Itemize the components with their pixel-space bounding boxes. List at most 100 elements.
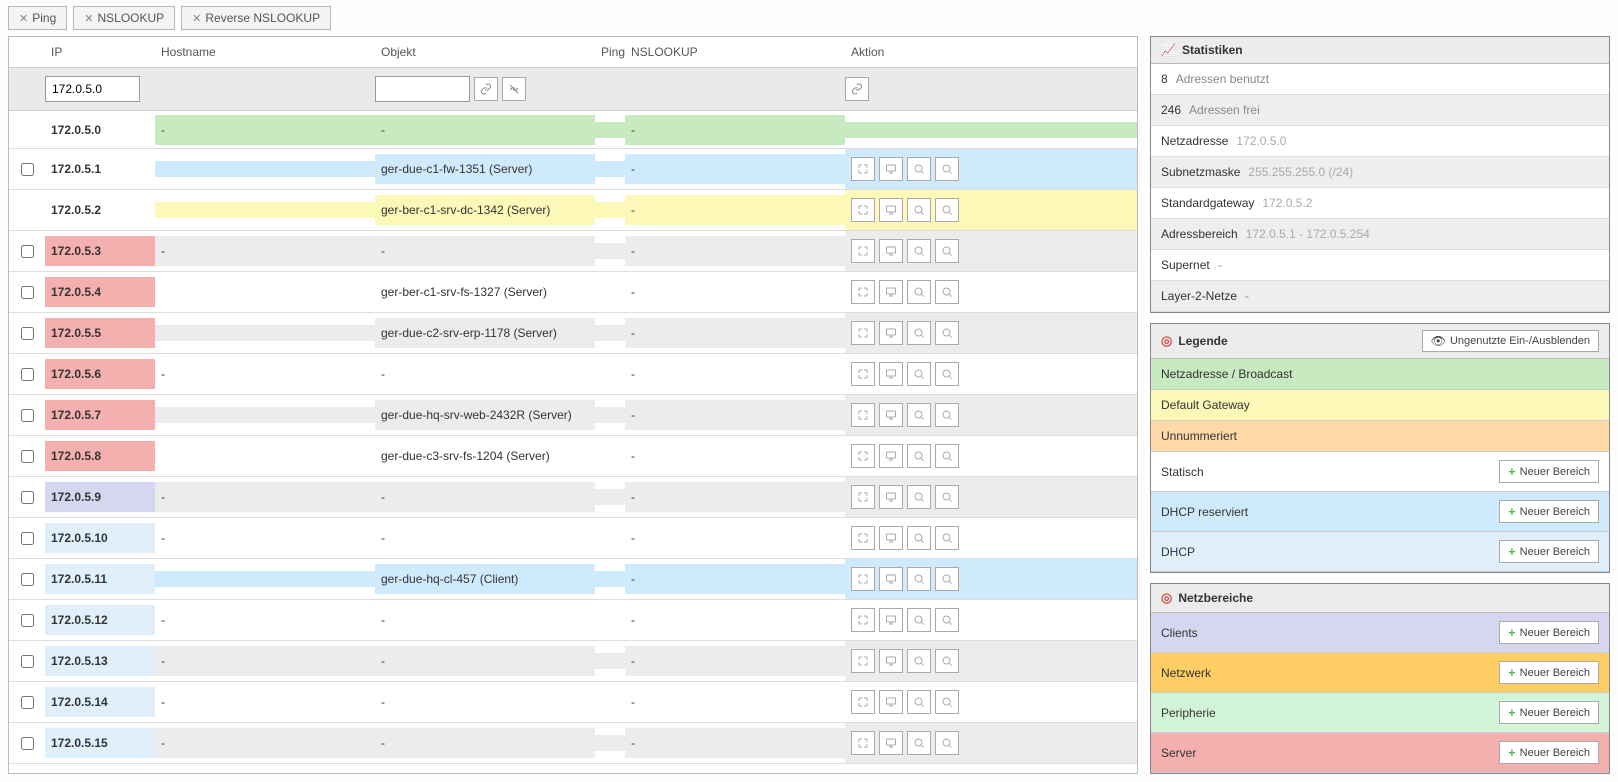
search-icon[interactable] bbox=[907, 444, 931, 468]
search2-icon[interactable] bbox=[935, 198, 959, 222]
monitor-icon[interactable] bbox=[879, 157, 903, 181]
expand-icon[interactable] bbox=[851, 198, 875, 222]
unlink-icon[interactable] bbox=[502, 77, 526, 101]
expand-icon[interactable] bbox=[851, 362, 875, 386]
expand-icon[interactable] bbox=[851, 403, 875, 427]
row-checkbox[interactable] bbox=[21, 532, 34, 545]
nslookup-button[interactable]: NSLOOKUP bbox=[73, 6, 175, 30]
row-checkbox[interactable] bbox=[21, 409, 34, 422]
monitor-icon[interactable] bbox=[879, 567, 903, 591]
expand-icon[interactable] bbox=[851, 280, 875, 304]
ip-cell[interactable]: 172.0.5.8 bbox=[45, 441, 155, 471]
row-checkbox[interactable] bbox=[21, 573, 34, 586]
search-icon[interactable] bbox=[907, 485, 931, 509]
row-checkbox[interactable] bbox=[21, 696, 34, 709]
link-icon[interactable] bbox=[474, 77, 498, 101]
reverse-nslookup-button[interactable]: Reverse NSLOOKUP bbox=[181, 6, 331, 30]
search2-icon[interactable] bbox=[935, 731, 959, 755]
search-icon[interactable] bbox=[907, 362, 931, 386]
monitor-icon[interactable] bbox=[879, 239, 903, 263]
ping-button[interactable]: Ping bbox=[8, 6, 67, 30]
monitor-icon[interactable] bbox=[879, 690, 903, 714]
row-checkbox[interactable] bbox=[21, 163, 34, 176]
expand-icon[interactable] bbox=[851, 239, 875, 263]
monitor-icon[interactable] bbox=[879, 526, 903, 550]
col-ip[interactable]: IP bbox=[45, 37, 155, 67]
search2-icon[interactable] bbox=[935, 690, 959, 714]
expand-icon[interactable] bbox=[851, 608, 875, 632]
monitor-icon[interactable] bbox=[879, 731, 903, 755]
search-icon[interactable] bbox=[907, 608, 931, 632]
monitor-icon[interactable] bbox=[879, 198, 903, 222]
search2-icon[interactable] bbox=[935, 321, 959, 345]
ip-cell[interactable]: 172.0.5.15 bbox=[45, 728, 155, 758]
ip-cell[interactable]: 172.0.5.10 bbox=[45, 523, 155, 553]
monitor-icon[interactable] bbox=[879, 608, 903, 632]
ip-cell[interactable]: 172.0.5.0 bbox=[45, 115, 155, 145]
ip-cell[interactable]: 172.0.5.1 bbox=[45, 154, 155, 184]
ip-cell[interactable]: 172.0.5.14 bbox=[45, 687, 155, 717]
toggle-unused-button[interactable]: Ungenutzte Ein-/Ausblenden bbox=[1422, 330, 1599, 352]
row-checkbox[interactable] bbox=[21, 450, 34, 463]
ip-cell[interactable]: 172.0.5.11 bbox=[45, 564, 155, 594]
expand-icon[interactable] bbox=[851, 567, 875, 591]
search2-icon[interactable] bbox=[935, 362, 959, 386]
ip-cell[interactable]: 172.0.5.12 bbox=[45, 605, 155, 635]
row-checkbox[interactable] bbox=[21, 368, 34, 381]
search2-icon[interactable] bbox=[935, 280, 959, 304]
new-range-button[interactable]: +Neuer Bereich bbox=[1499, 741, 1599, 764]
row-checkbox[interactable] bbox=[21, 245, 34, 258]
expand-icon[interactable] bbox=[851, 321, 875, 345]
ip-cell[interactable]: 172.0.5.3 bbox=[45, 236, 155, 266]
new-range-button[interactable]: +Neuer Bereich bbox=[1499, 661, 1599, 684]
ip-cell[interactable]: 172.0.5.6 bbox=[45, 359, 155, 389]
row-checkbox[interactable] bbox=[21, 614, 34, 627]
search-icon[interactable] bbox=[907, 321, 931, 345]
row-checkbox[interactable] bbox=[21, 737, 34, 750]
search-icon[interactable] bbox=[907, 403, 931, 427]
expand-icon[interactable] bbox=[851, 444, 875, 468]
search-icon[interactable] bbox=[907, 280, 931, 304]
new-range-button[interactable]: +Neuer Bereich bbox=[1499, 701, 1599, 724]
ip-cell[interactable]: 172.0.5.2 bbox=[45, 195, 155, 225]
monitor-icon[interactable] bbox=[879, 649, 903, 673]
search2-icon[interactable] bbox=[935, 526, 959, 550]
new-range-button[interactable]: +Neuer Bereich bbox=[1499, 540, 1599, 563]
action-link-icon[interactable] bbox=[845, 77, 869, 101]
expand-icon[interactable] bbox=[851, 157, 875, 181]
search2-icon[interactable] bbox=[935, 485, 959, 509]
new-range-button[interactable]: +Neuer Bereich bbox=[1499, 621, 1599, 644]
expand-icon[interactable] bbox=[851, 649, 875, 673]
search2-icon[interactable] bbox=[935, 567, 959, 591]
expand-icon[interactable] bbox=[851, 485, 875, 509]
expand-icon[interactable] bbox=[851, 526, 875, 550]
ip-cell[interactable]: 172.0.5.5 bbox=[45, 318, 155, 348]
col-objekt[interactable]: Objekt bbox=[375, 37, 595, 67]
objekt-filter-input[interactable] bbox=[375, 76, 470, 102]
search-icon[interactable] bbox=[907, 690, 931, 714]
monitor-icon[interactable] bbox=[879, 321, 903, 345]
search-icon[interactable] bbox=[907, 526, 931, 550]
monitor-icon[interactable] bbox=[879, 280, 903, 304]
search2-icon[interactable] bbox=[935, 239, 959, 263]
search-icon[interactable] bbox=[907, 198, 931, 222]
search-icon[interactable] bbox=[907, 157, 931, 181]
monitor-icon[interactable] bbox=[879, 403, 903, 427]
search2-icon[interactable] bbox=[935, 403, 959, 427]
search-icon[interactable] bbox=[907, 649, 931, 673]
ip-cell[interactable]: 172.0.5.7 bbox=[45, 400, 155, 430]
col-ping[interactable]: Ping bbox=[595, 37, 625, 67]
col-hostname[interactable]: Hostname bbox=[155, 37, 375, 67]
search2-icon[interactable] bbox=[935, 608, 959, 632]
search2-icon[interactable] bbox=[935, 157, 959, 181]
row-checkbox[interactable] bbox=[21, 655, 34, 668]
col-aktion[interactable]: Aktion bbox=[845, 37, 1137, 67]
search-icon[interactable] bbox=[907, 567, 931, 591]
col-nslookup[interactable]: NSLOOKUP bbox=[625, 37, 845, 67]
search-icon[interactable] bbox=[907, 239, 931, 263]
search2-icon[interactable] bbox=[935, 444, 959, 468]
monitor-icon[interactable] bbox=[879, 362, 903, 386]
new-range-button[interactable]: +Neuer Bereich bbox=[1499, 500, 1599, 523]
row-checkbox[interactable] bbox=[21, 327, 34, 340]
expand-icon[interactable] bbox=[851, 690, 875, 714]
